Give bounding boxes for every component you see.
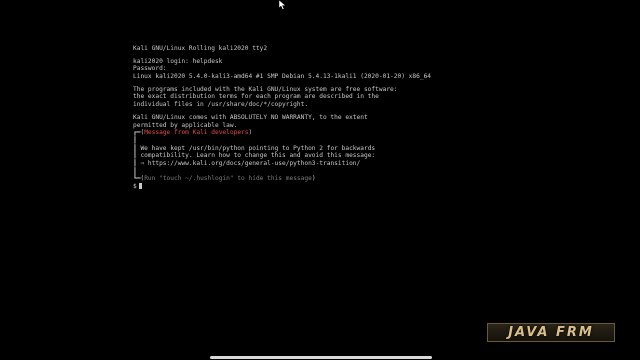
- python-text-2: compatibility. Learn how to change this …: [140, 152, 376, 160]
- hushlogin-hint: ┗━(Run "touch ~/.hushlogin" to hide this…: [133, 175, 453, 183]
- warranty-line-1: Kali GNU/Linux comes with ABSOLUTELY NO …: [133, 113, 368, 121]
- text-cursor: [138, 183, 142, 189]
- python-link: ⇒ https://www.kali.org/docs/general-use/…: [140, 159, 361, 167]
- uname-line: Linux kali2020 5.4.0-kali3-amd64 #1 SMP …: [133, 73, 432, 81]
- python-text-1: We have kept /usr/bin/python pointing to…: [140, 144, 376, 152]
- python-line-2: ┃ compatibility. Learn how to change thi…: [133, 152, 453, 160]
- hushlogin-text: Run "touch ~/.hushlogin" to hide this me…: [144, 175, 312, 183]
- programs-line-2: the exact distribution terms for each pr…: [133, 93, 379, 101]
- shell-prompt: $: [133, 183, 137, 190]
- terminal-output[interactable]: Kali GNU/Linux Rolling kali2020 tty2 kal…: [133, 45, 453, 191]
- channel-watermark-logo: JAVA FRM: [487, 323, 615, 342]
- mouse-pointer-icon: [279, 0, 287, 10]
- console-screen[interactable]: Kali GNU/Linux Rolling kali2020 tty2 kal…: [0, 0, 640, 360]
- developer-message-title: Message from Kali developers: [144, 129, 249, 137]
- box-bar-line: ┃: [133, 136, 137, 144]
- shell-prompt-line[interactable]: $: [133, 183, 453, 191]
- password-line: Password:: [133, 65, 167, 73]
- programs-line-3: individual files in /usr/share/doc/*/cop…: [133, 101, 309, 109]
- box-corner-bottom: ┗━(: [133, 175, 145, 183]
- watermark-text: JAVA FRM: [508, 325, 594, 340]
- programs-line-1: The programs included with the Kali GNU/…: [133, 85, 398, 93]
- python-line-3: ┃ ⇒ https://www.kali.org/docs/general-us…: [133, 160, 453, 168]
- box-corner-top: ┏━(: [133, 129, 145, 137]
- video-progress-bar[interactable]: [210, 356, 432, 359]
- login-line: kali2020 login: helpdesk: [133, 57, 223, 65]
- box-close-paren: ): [311, 175, 316, 183]
- warranty-line-2: permitted by applicable law.: [133, 121, 238, 129]
- box-close-paren: ): [248, 129, 253, 137]
- tty-header: Kali GNU/Linux Rolling kali2020 tty2: [133, 45, 268, 52]
- developer-message-header: ┏━(Message from Kali developers): [133, 129, 453, 137]
